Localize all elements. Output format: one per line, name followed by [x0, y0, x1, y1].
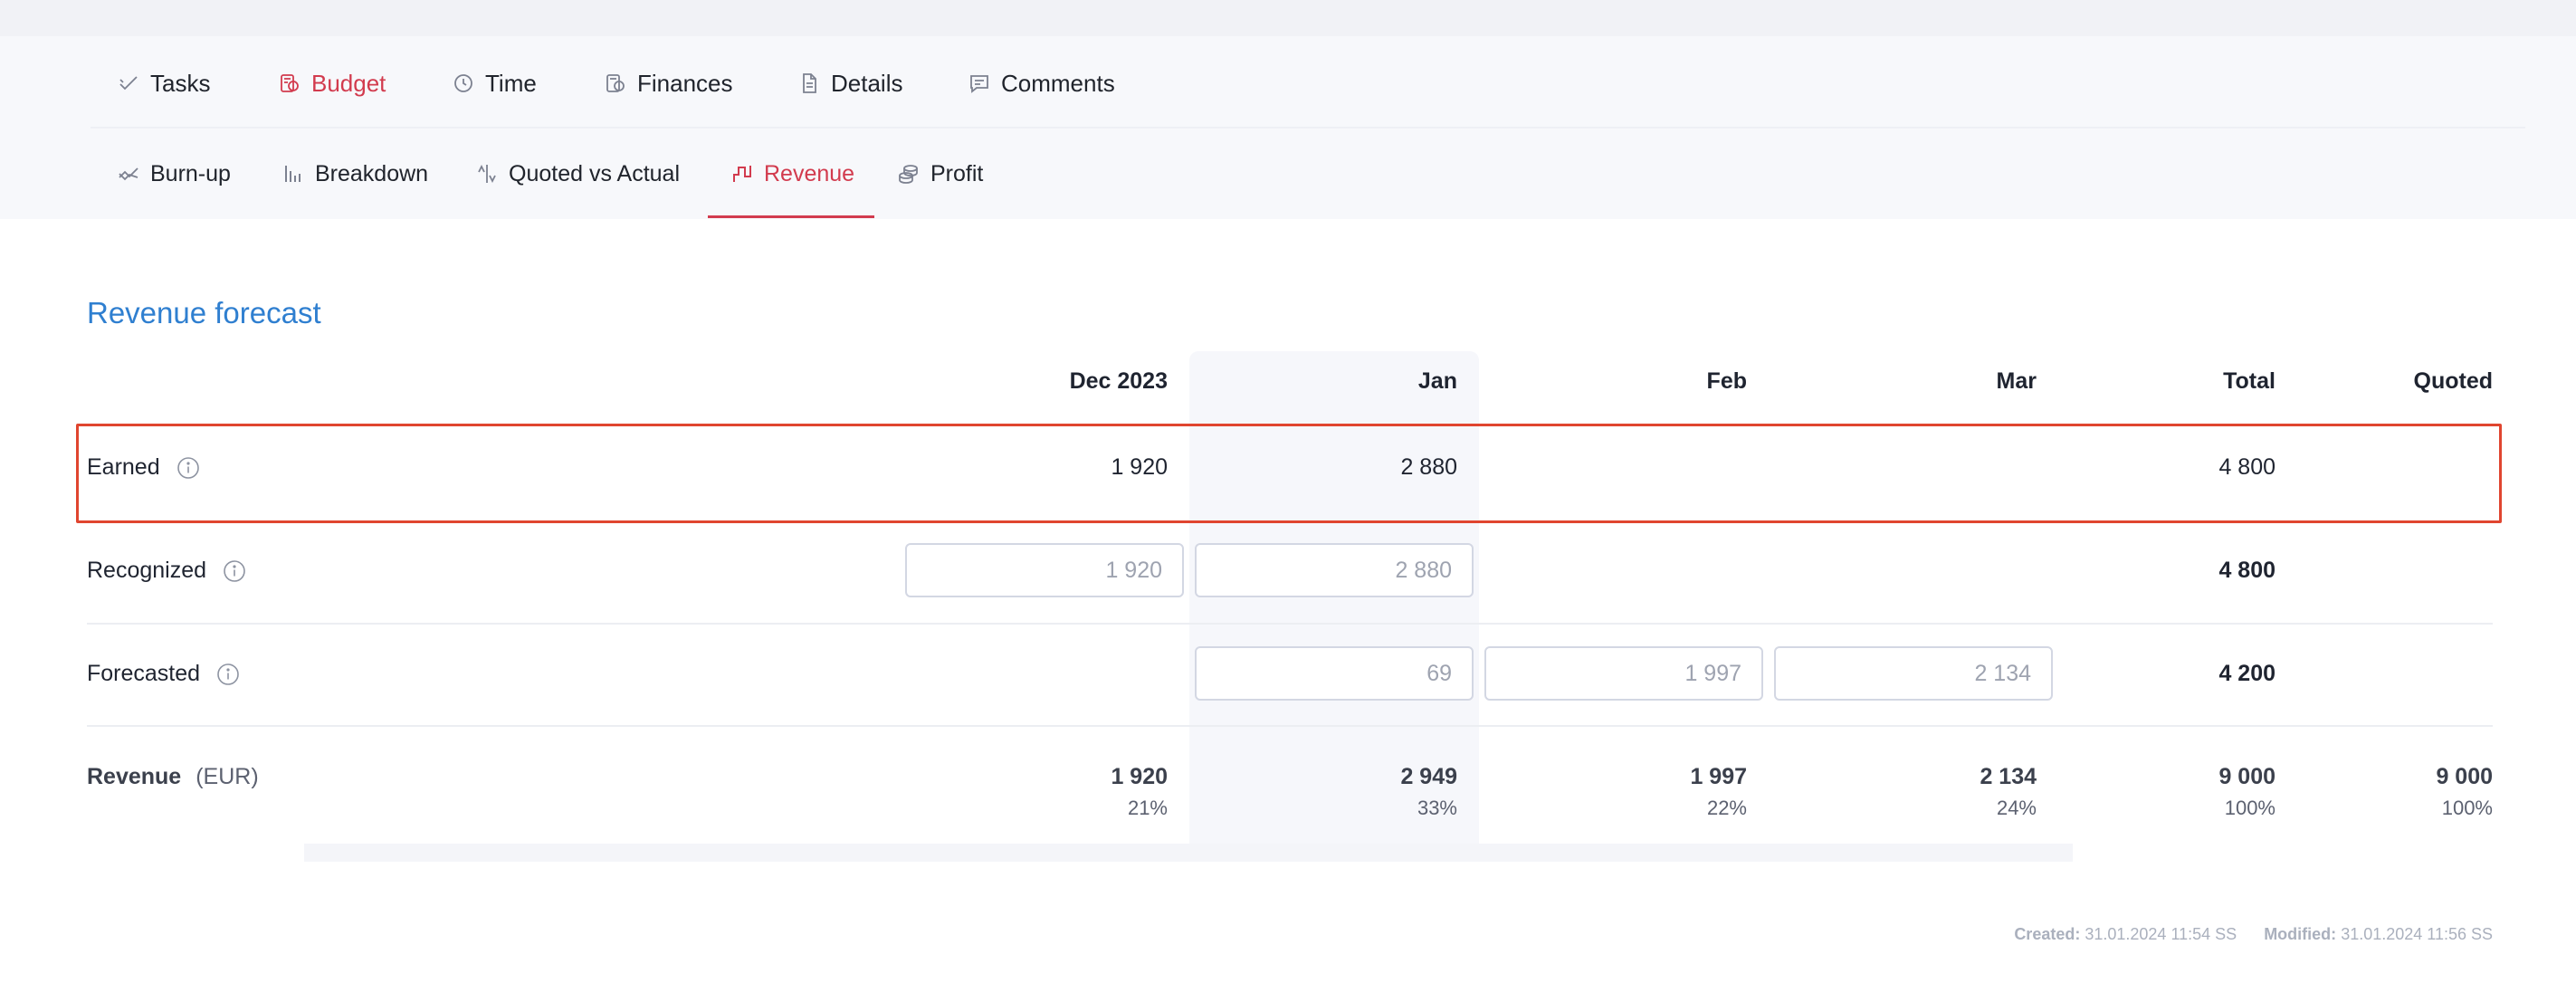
revenue-icon	[733, 166, 751, 182]
column-header-jan: Jan	[1417, 368, 1457, 394]
tab-tasks[interactable]: Tasks	[118, 65, 210, 101]
revenue-mar-pct: 24%	[1996, 797, 2037, 819]
revenue-feb-pct: 22%	[1706, 797, 1747, 819]
revenue-label: Revenue	[87, 764, 182, 789]
earned-row-highlight	[76, 424, 2502, 523]
revenue-dec: 1 920	[1111, 764, 1168, 789]
modified-value: 31.01.2024 11:56 SS	[2341, 925, 2493, 943]
recognized-total: 4 800	[2218, 558, 2275, 583]
revenue-quoted-pct: 100%	[2441, 797, 2493, 819]
tab-time[interactable]: Time	[453, 65, 537, 101]
row-label-recognized: Recognized	[87, 558, 246, 584]
row-divider	[87, 725, 2493, 727]
forecasted-mar-input[interactable]	[1774, 646, 2053, 701]
row-label-forecasted: Forecasted	[87, 661, 240, 687]
row-divider	[87, 623, 2493, 625]
subtab-revenue[interactable]: Revenue	[731, 156, 854, 192]
forecasted-total: 4 200	[2218, 661, 2275, 686]
row-label-revenue: Revenue (EUR)	[87, 764, 259, 790]
revenue-mar: 2 134	[1980, 764, 2037, 789]
column-header-quoted: Quoted	[2413, 368, 2494, 394]
tab-label: Tasks	[150, 69, 211, 97]
revenue-quoted: 9 000	[2436, 764, 2493, 789]
recognized-dec-input[interactable]	[905, 543, 1184, 597]
finances-icon	[606, 74, 625, 92]
document-icon	[803, 73, 816, 93]
compare-icon	[478, 164, 496, 184]
tab-finances[interactable]: Finances	[605, 65, 733, 101]
subtab-quoted-vs-actual[interactable]: Quoted vs Actual	[476, 156, 680, 192]
subtab-label: Burn-up	[150, 160, 231, 186]
revenue-total-pct: 100%	[2224, 797, 2275, 819]
revenue-feb: 1 997	[1690, 764, 1747, 789]
tab-label: Finances	[637, 69, 733, 97]
column-header-mar: Mar	[1996, 368, 2037, 394]
column-header-total: Total	[2223, 368, 2275, 394]
tab-budget[interactable]: Budget	[279, 65, 386, 101]
recognized-jan-input[interactable]	[1195, 543, 1474, 597]
top-strip	[0, 0, 2576, 36]
subtab-label: Profit	[930, 160, 984, 186]
main-tab-bar	[0, 36, 2576, 129]
budget-icon	[281, 74, 299, 92]
subtab-profit[interactable]: Profit	[898, 156, 983, 192]
revenue-unit: (EUR)	[196, 764, 259, 789]
revenue-jan: 2 949	[1400, 764, 1457, 789]
column-header-dec-2023: Dec 2023	[1069, 368, 1168, 394]
tab-details[interactable]: Details	[798, 65, 902, 101]
tab-label: Comments	[1001, 69, 1115, 97]
info-icon[interactable]	[223, 559, 246, 583]
burnup-icon	[119, 167, 138, 181]
subtab-burn-up[interactable]: Burn-up	[118, 156, 231, 192]
table-bottom-band	[304, 844, 2073, 862]
tab-label: Time	[485, 69, 537, 97]
recognized-label: Recognized	[87, 558, 207, 583]
section-title: Revenue forecast	[87, 296, 321, 329]
revenue-jan-pct: 33%	[1417, 797, 1457, 819]
subtab-label: Quoted vs Actual	[509, 160, 681, 186]
tab-label: Details	[831, 69, 903, 97]
subtab-label: Breakdown	[315, 160, 429, 186]
tab-comments[interactable]: Comments	[968, 65, 1115, 101]
created-label: Created:	[2014, 925, 2081, 943]
tab-label: Budget	[311, 69, 386, 97]
bar-chart-icon	[285, 166, 301, 182]
revenue-total: 9 000	[2218, 764, 2275, 789]
revenue-dec-pct: 21%	[1127, 797, 1168, 819]
clock-icon	[454, 74, 472, 92]
forecasted-jan-input[interactable]	[1195, 646, 1474, 701]
column-header-feb: Feb	[1706, 368, 1747, 394]
forecasted-feb-input[interactable]	[1484, 646, 1763, 701]
comment-icon	[970, 75, 988, 93]
created-value: 31.01.2024 11:54 SS	[2085, 925, 2237, 943]
modified-label: Modified:	[2264, 925, 2337, 943]
subtab-label: Revenue	[764, 160, 855, 186]
info-icon[interactable]	[216, 663, 240, 686]
record-timestamps: Created: 31.01.2024 11:54 SS Modified: 3…	[2014, 925, 2493, 944]
forecasted-label: Forecasted	[87, 661, 201, 686]
active-subtab-underline	[708, 215, 874, 218]
check-icon	[119, 76, 138, 91]
subtab-breakdown[interactable]: Breakdown	[282, 156, 428, 192]
coins-icon	[899, 165, 918, 184]
